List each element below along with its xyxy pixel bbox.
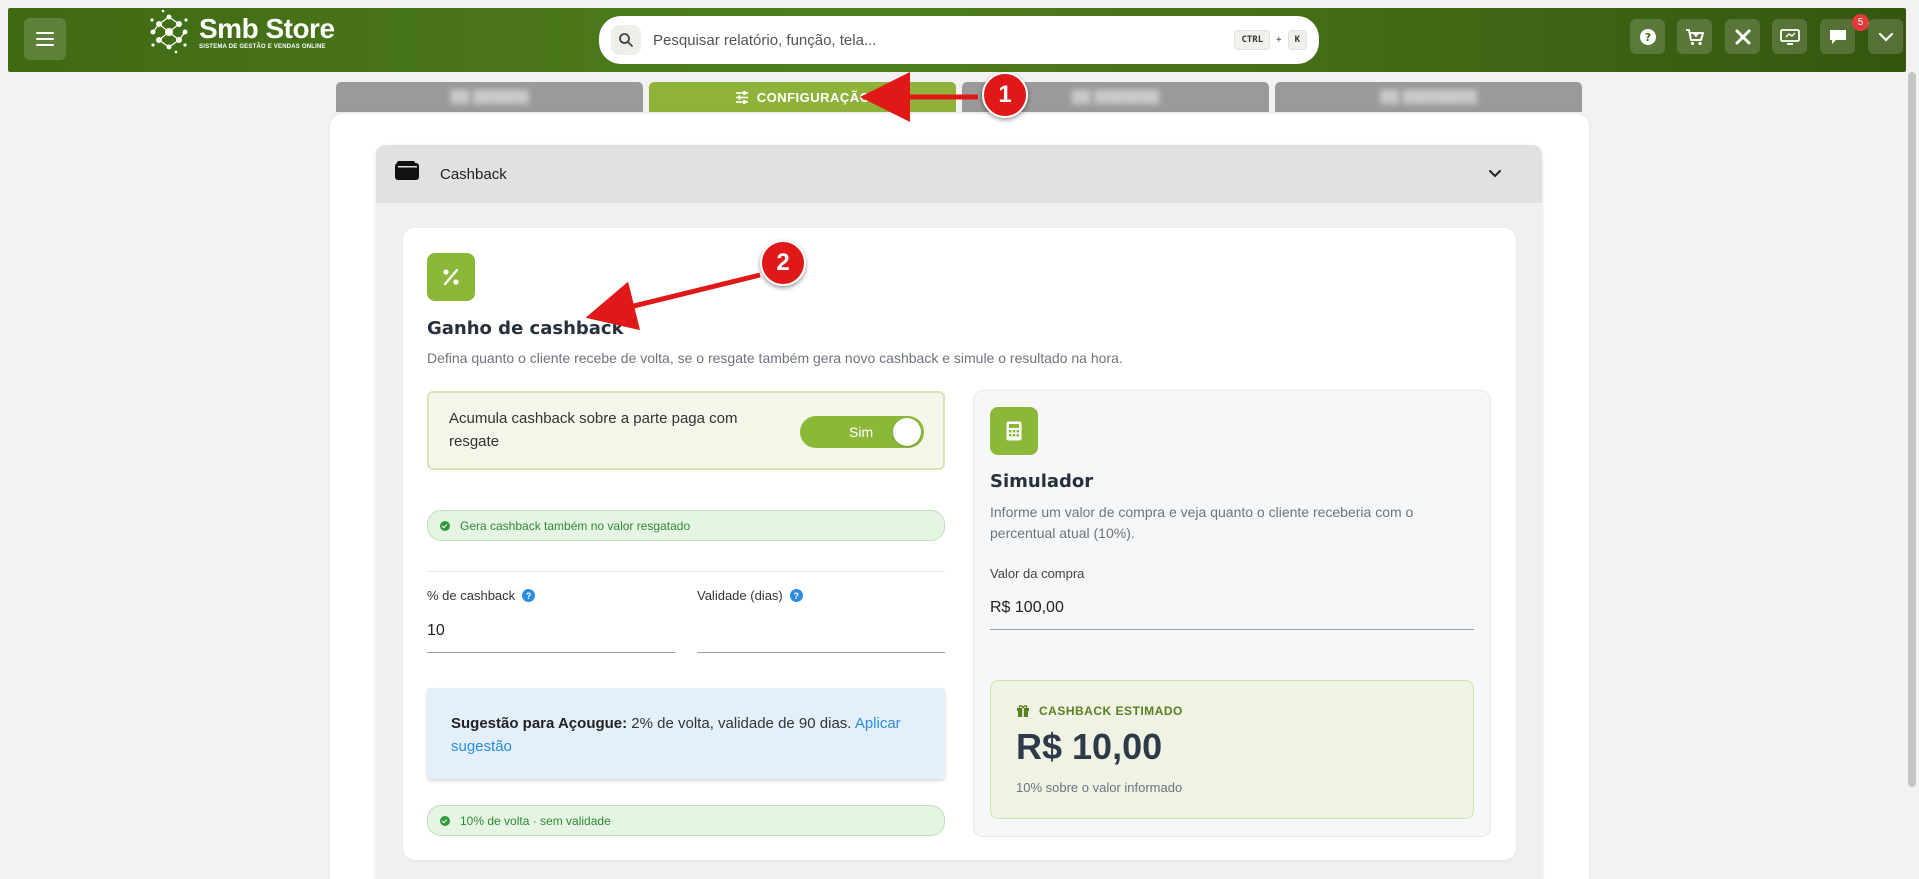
purchase-label: Valor da compra [990,566,1085,581]
tab-configuracao-label: CONFIGURAÇÃO [756,89,871,105]
help-icon[interactable]: ? [789,589,803,602]
shortcut-key-ctrl: CTRL [1234,30,1271,50]
svg-text:?: ? [1644,31,1650,44]
logo-mark-icon [150,9,188,54]
percent-input-underline [427,652,675,653]
search-shortcut: CTRL + K [1234,30,1307,50]
toggle-value: Sim [849,424,874,440]
logo-name: Smb Store [199,12,335,44]
estimate-heading: CASHBACK ESTIMADO [1016,704,1183,718]
check-circle-icon [440,520,450,531]
validity-label-text: Validade (dias) [697,588,783,603]
summary-pill: 10% de volta · sem validade [427,805,945,836]
logo-tagline: SISTEMA DE GESTÃO E VENDAS ONLINE [199,43,326,50]
estimate-value: R$ 10,00 [1016,726,1163,767]
cart-icon[interactable] [1677,19,1712,54]
chevron-down-icon[interactable] [1488,169,1502,178]
simulator-description: Informe um valor de compra e veja quanto… [990,504,1414,541]
annotation-marker-1: 1 [982,72,1028,118]
check-circle-icon [440,815,450,826]
suggestion-box: Sugestão para Açougue: 2% de volta, vali… [427,688,945,779]
tab-configuracao[interactable]: CONFIGURAÇÃO [649,82,956,112]
tools-icon[interactable] [1725,19,1760,54]
accumulate-toggle-switch[interactable]: Sim [800,416,924,448]
hamburger-menu-icon[interactable] [24,18,66,60]
validity-input[interactable] [697,622,945,646]
purchase-input[interactable]: R$ 100,00 [990,599,1064,617]
summary-text: 10% de volta · sem validade [460,813,611,828]
purchase-input-underline [990,629,1474,630]
toggle-knob [893,418,921,446]
accordion-title: Cashback [440,166,507,183]
percent-input[interactable]: 10 [427,622,445,640]
toggle-info-text: Gera cashback também no valor resgatado [460,518,691,533]
scrollbar-thumb[interactable] [1908,72,1916,787]
tab-1-label: ██ ██████ [450,90,529,104]
calculator-icon [990,407,1038,455]
divider [427,571,945,572]
sliders-icon [735,90,748,104]
section-description: Defina quanto o cliente recebe de volta,… [427,350,1123,366]
accumulate-toggle-label: Acumula cashback sobre a parte paga com … [449,410,738,450]
tab-4[interactable]: ██ ████████ [1275,82,1582,112]
shortcut-key-k: K [1287,30,1307,50]
percent-icon [427,253,475,301]
percent-field-label: % de cashback ? [427,588,536,603]
logo[interactable]: Smb Store SISTEMA DE GESTÃO E VENDAS ONL… [145,6,335,58]
chat-icon[interactable] [1820,19,1855,54]
search-bar[interactable]: Pesquisar relatório, função, tela... CTR… [599,16,1319,64]
tab-1[interactable]: ██ ██████ [336,82,643,112]
section-title: Ganho de cashback [427,318,624,339]
estimate-note: 10% sobre o valor informado [1016,780,1183,795]
validity-input-underline [697,652,945,653]
shortcut-plus: + [1276,35,1282,45]
validity-field-label: Validade (dias) ? [697,588,803,603]
help-icon[interactable]: ? [522,589,536,602]
suggestion-text: 2% de volta, validade de 90 dias. [627,715,855,732]
help-icon[interactable]: ? [1630,19,1665,54]
suggestion-heading: Sugestão para Açougue: [451,715,628,732]
tab-3-label: ██ ███████ [1071,90,1160,104]
search-input[interactable]: Pesquisar relatório, função, tela... [653,32,1234,49]
page-scrollbar[interactable] [1906,72,1919,879]
annotation-marker-2: 2 [760,240,806,286]
wallet-icon [395,161,419,180]
simulator-title: Simulador [990,471,1094,492]
cashback-accordion-header[interactable] [376,145,1542,203]
search-icon[interactable] [611,25,641,55]
logo-text: Smb Store SISTEMA DE GESTÃO E VENDAS ONL… [199,12,335,50]
monitor-icon[interactable] [1772,19,1807,54]
estimate-heading-text: CASHBACK ESTIMADO [1039,704,1183,718]
gift-icon [1017,705,1029,717]
chevron-down-icon[interactable] [1868,19,1903,54]
toggle-info-pill: Gera cashback também no valor resgatado [427,510,945,541]
notification-badge: 5 [1852,14,1869,31]
tab-4-label: ██ ████████ [1380,90,1477,104]
percent-label-text: % de cashback [427,588,516,603]
